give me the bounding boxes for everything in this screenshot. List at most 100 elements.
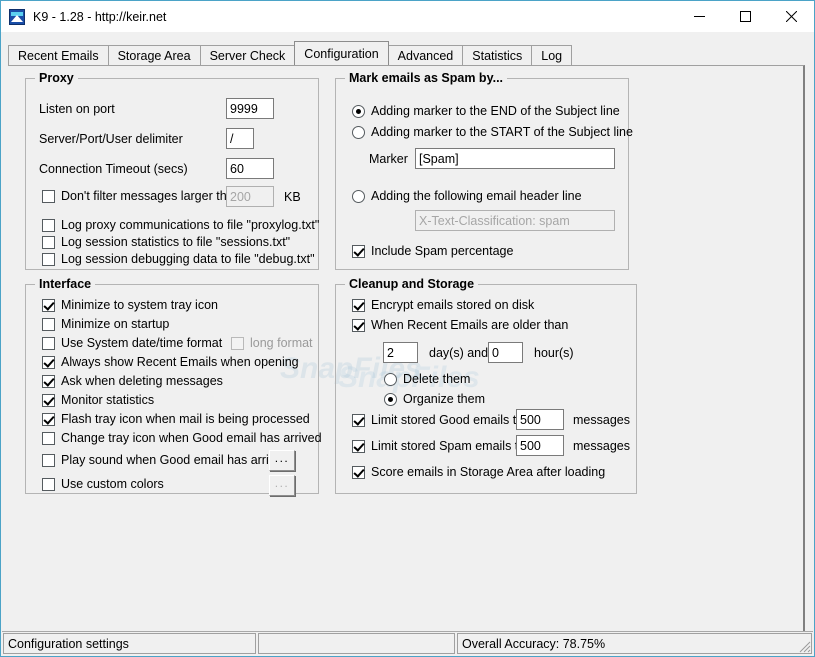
minimize-startup-checkbox[interactable] [42,317,55,331]
limit-spam-input[interactable] [516,435,564,456]
limit-good-input[interactable] [516,409,564,430]
monitor-statistics-checkbox[interactable] [42,393,55,407]
limit-spam-checkbox[interactable] [352,439,365,453]
change-tray-checkbox[interactable] [42,431,55,445]
marker-header-radio[interactable] [352,189,365,203]
minimize-tray-checkbox[interactable] [42,298,55,312]
tab-storage-area[interactable]: Storage Area [107,45,201,65]
custom-colors-checkbox[interactable] [42,477,55,491]
include-percentage-checkbox[interactable] [352,244,365,258]
play-sound-row[interactable]: Play sound when Good email has arrived [42,453,289,467]
delete-them-row[interactable]: Delete them [384,372,470,386]
timeout-label: Connection Timeout (secs) [39,162,188,176]
browse-sound-button[interactable]: ... [269,450,295,471]
limit-spam-label: Limit stored Spam emails to [371,439,526,453]
limit-spam-row[interactable]: Limit stored Spam emails to [352,439,525,453]
dont-filter-size-input[interactable] [226,186,274,207]
tab-log[interactable]: Log [531,45,573,65]
hours-input[interactable] [488,342,523,363]
score-storage-row[interactable]: Score emails in Storage Area after loadi… [352,465,605,479]
limit-good-unit-label: messages [573,413,630,427]
long-format-row: long format [231,336,313,350]
limit-good-row[interactable]: Limit stored Good emails to [352,413,523,427]
custom-colors-row[interactable]: Use custom colors [42,477,164,491]
system-datetime-checkbox[interactable] [42,336,55,350]
flash-tray-row[interactable]: Flash tray icon when mail is being proce… [42,412,310,426]
dont-filter-checkbox[interactable] [42,189,55,203]
window-title: K9 - 1.28 - http://keir.net [33,9,167,24]
browse-colors-button[interactable]: ... [269,475,295,496]
flash-tray-label: Flash tray icon when mail is being proce… [61,412,310,426]
minimize-startup-row[interactable]: Minimize on startup [42,317,169,331]
listen-port-input[interactable] [226,98,274,119]
maximize-icon[interactable] [722,1,768,32]
tab-advanced[interactable]: Advanced [387,45,464,65]
ask-delete-checkbox[interactable] [42,374,55,388]
log-proxy-row[interactable]: Log proxy communications to file "proxyl… [42,218,319,232]
tab-recent-emails[interactable]: Recent Emails [8,45,109,65]
tab-configuration[interactable]: Configuration [294,41,389,65]
configuration-panel: SnapFiles SnapFiles Proxy Listen on port… [8,65,805,631]
system-datetime-row[interactable]: Use System date/time format [42,336,222,350]
dont-filter-row[interactable]: Don't filter messages larger than [42,189,241,203]
marker-end-row[interactable]: Adding marker to the END of the Subject … [352,104,620,118]
resize-grip-icon[interactable] [797,639,811,653]
log-sessions-row[interactable]: Log session statistics to file "sessions… [42,235,290,249]
delimiter-input[interactable] [226,128,254,149]
marker-field-label: Marker [369,152,408,166]
flash-tray-checkbox[interactable] [42,412,55,426]
tab-statistics[interactable]: Statistics [462,45,533,65]
marker-start-radio[interactable] [352,125,365,139]
listen-port-row: Listen on port [39,102,115,116]
encrypt-row[interactable]: Encrypt emails stored on disk [352,298,534,312]
always-show-recent-checkbox[interactable] [42,355,55,369]
limit-spam-unit-label: messages [573,439,630,453]
limit-good-checkbox[interactable] [352,413,365,427]
interface-group-legend: Interface [35,277,96,291]
organize-them-row[interactable]: Organize them [384,392,485,406]
delimiter-row: Server/Port/User delimiter [39,132,183,146]
older-than-checkbox[interactable] [352,318,365,332]
long-format-label: long format [250,336,313,350]
older-than-row[interactable]: When Recent Emails are older than [352,318,568,332]
proxy-group-legend: Proxy [35,71,78,85]
marker-input[interactable] [415,148,615,169]
delete-them-label: Delete them [403,372,471,386]
marker-header-row[interactable]: Adding the following email header line [352,189,582,203]
marker-start-row[interactable]: Adding marker to the START of the Subjec… [352,125,633,139]
minimize-tray-row[interactable]: Minimize to system tray icon [42,298,218,312]
minimize-icon[interactable] [676,1,722,32]
encrypt-checkbox[interactable] [352,298,365,312]
change-tray-label: Change tray icon when Good email has arr… [61,431,322,445]
close-icon[interactable] [768,1,814,32]
delete-them-radio[interactable] [384,372,397,386]
timeout-input[interactable] [226,158,274,179]
log-debug-row[interactable]: Log session debugging data to file "debu… [42,252,315,266]
tab-strip: Recent Emails Storage Area Server Check … [8,41,808,65]
cleanup-storage-group-legend: Cleanup and Storage [345,277,479,291]
delimiter-label: Server/Port/User delimiter [39,132,183,146]
log-debug-checkbox[interactable] [42,252,55,266]
status-middle [258,633,455,654]
marker-end-radio[interactable] [352,104,365,118]
include-percentage-row[interactable]: Include Spam percentage [352,244,513,258]
play-sound-checkbox[interactable] [42,453,55,467]
status-bar: Configuration settings Overall Accuracy:… [2,631,813,655]
ask-delete-row[interactable]: Ask when deleting messages [42,374,223,388]
marker-start-label: Adding marker to the START of the Subjec… [371,125,633,139]
change-tray-row[interactable]: Change tray icon when Good email has arr… [42,431,322,445]
always-show-recent-row[interactable]: Always show Recent Emails when opening [42,355,299,369]
log-proxy-checkbox[interactable] [42,218,55,232]
organize-them-radio[interactable] [384,392,397,406]
header-line-input[interactable] [415,210,615,231]
monitor-statistics-row[interactable]: Monitor statistics [42,393,154,407]
listen-port-label: Listen on port [39,102,115,116]
log-sessions-checkbox[interactable] [42,235,55,249]
interface-group: Interface Minimize to system tray icon M… [25,277,322,496]
tab-server-check[interactable]: Server Check [199,45,296,65]
days-input[interactable] [383,342,418,363]
dont-filter-label: Don't filter messages larger than [61,189,241,203]
score-storage-checkbox[interactable] [352,465,365,479]
log-proxy-label: Log proxy communications to file "proxyl… [61,218,320,232]
organize-them-label: Organize them [403,392,485,406]
